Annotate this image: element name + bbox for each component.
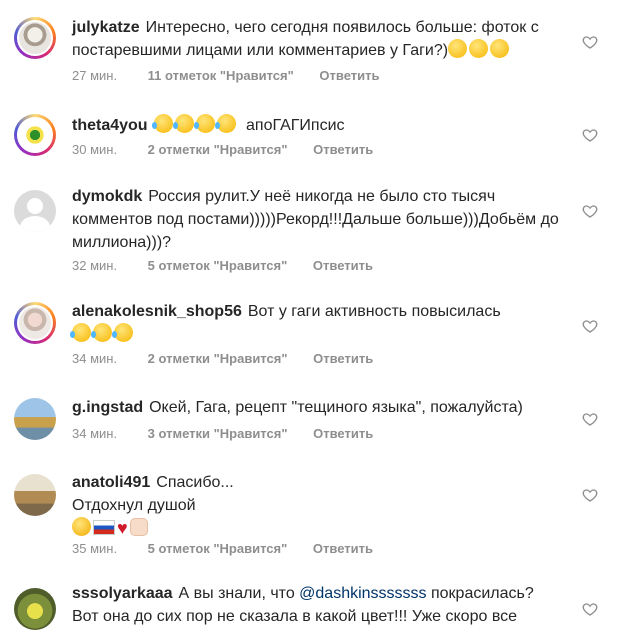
avatar[interactable] [14,190,56,232]
comment-likes[interactable]: 2 отметки "Нравится" [148,142,288,157]
avatar[interactable] [14,588,56,630]
tears-of-joy-emoji [151,114,173,133]
like-heart-icon[interactable] [582,203,598,219]
hugging-emoji [72,517,91,536]
tears-of-joy-emoji [172,114,194,133]
comment-meta: 27 мин. 11 отметок "Нравится" Ответить [72,68,379,83]
comment-username[interactable]: sssolyarkaaa [72,585,173,602]
comment-time[interactable]: 32 мин. [72,258,144,273]
grinning-sweat-emoji [490,39,510,58]
comment-text: Вот у гаги активность повысилась [247,303,501,320]
reply-button[interactable]: Ответить [313,258,373,273]
red-heart-emoji: ♥ [117,518,128,538]
grinning-sweat-emoji [469,39,489,58]
comment-username[interactable]: g.ingstad [72,399,143,416]
like-heart-icon[interactable] [582,601,598,617]
reply-button[interactable]: Ответить [313,541,373,556]
reply-button[interactable]: Ответить [313,142,373,157]
comment-time[interactable]: 30 мин. [72,142,144,157]
comment-likes[interactable]: 11 отметок "Нравится" [148,68,294,83]
reply-button[interactable]: Ответить [313,426,373,441]
like-heart-icon[interactable] [582,411,598,427]
rofl-emoji [112,323,133,342]
rofl-emoji [91,323,112,342]
comment-text: А вы знали, что [178,585,300,602]
comment-meta: 30 мин. 2 отметки "Нравится" Ответить [72,142,373,157]
comment-username[interactable]: dymokdk [72,188,142,205]
tears-of-joy-emoji [193,114,215,133]
comment-meta: 34 мин. 2 отметки "Нравится" Ответить [72,351,373,366]
like-heart-icon[interactable] [582,127,598,143]
russia-flag-emoji [93,520,115,535]
comment-username[interactable]: anatoli491 [72,474,150,491]
avatar[interactable] [14,17,56,59]
comment-text: апоГАГИпсис [246,117,345,134]
avatar[interactable] [14,398,56,440]
comment-text: Спасибо... [156,474,234,491]
comment-time[interactable]: 34 мин. [72,426,144,441]
comment-time[interactable]: 34 мин. [72,351,144,366]
comment-likes[interactable]: 5 отметок "Нравится" [148,258,288,273]
raised-fist-emoji [129,518,148,536]
comment-text-line: Отдохнул душой [72,497,196,514]
grinning-sweat-emoji [448,39,468,58]
comment-meta: 34 мин. 3 отметки "Нравится" Ответить [72,426,373,441]
comment-likes[interactable]: 5 отметок "Нравится" [148,541,288,556]
comment-meta: 35 мин. 5 отметок "Нравится" Ответить [72,541,373,556]
avatar[interactable] [14,302,56,344]
comment-username[interactable]: alenakolesnik_shop56 [72,303,242,320]
like-heart-icon[interactable] [582,318,598,334]
avatar[interactable] [14,114,56,156]
comment-time[interactable]: 35 мин. [72,541,144,556]
comment-time[interactable]: 27 мин. [72,68,144,83]
like-heart-icon[interactable] [582,34,598,50]
comment-text: Россия рулит.У неё никогда не было сто т… [72,188,559,251]
comment-text: Интересно, чего сегодня появилось больше… [72,19,539,59]
comment-username[interactable]: theta4you [72,117,148,134]
rofl-emoji [70,323,91,342]
comment-meta: 32 мин. 5 отметок "Нравится" Ответить [72,258,373,273]
comment-text: Окей, Гага, рецепт "тещиного языка", пож… [149,399,523,416]
reply-button[interactable]: Ответить [319,68,379,83]
tears-of-joy-emoji [214,114,236,133]
reply-button[interactable]: Ответить [313,351,373,366]
avatar[interactable] [14,474,56,516]
like-heart-icon[interactable] [582,487,598,503]
comment-likes[interactable]: 3 отметки "Нравится" [148,426,288,441]
comment-likes[interactable]: 2 отметки "Нравится" [148,351,288,366]
mention-link[interactable]: @dashkinsssssss [299,585,426,602]
comment-username[interactable]: julykatze [72,19,140,36]
